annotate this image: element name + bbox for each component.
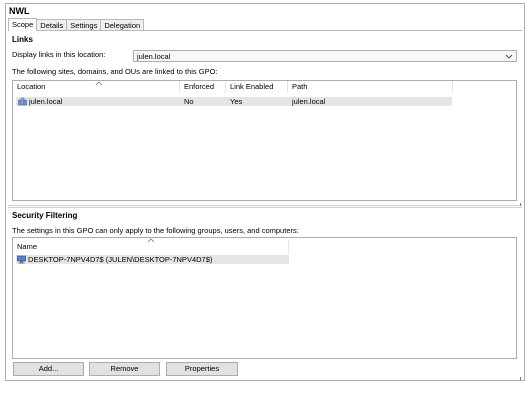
gpo-title: NWL <box>9 6 30 16</box>
domain-icon <box>18 97 27 106</box>
row-name: DESKTOP-7NPV4D7$ (JULEN\DESKTOP-7NPV4D7$… <box>28 255 213 264</box>
column-header-link-enabled[interactable]: Link Enabled <box>226 81 288 93</box>
row-path: julen.local <box>292 97 326 106</box>
properties-button[interactable]: Properties <box>166 362 238 376</box>
tab-scope[interactable]: Scope <box>8 18 38 31</box>
security-filtering-list[interactable]: Name DESKTOP-7NPV4D7$ (JULEN\DESKTOP-7NP… <box>12 237 517 359</box>
table-row[interactable]: DESKTOP-7NPV4D7$ (JULEN\DESKTOP-7NPV4D7$… <box>16 255 289 264</box>
add-button[interactable]: Add... <box>13 362 84 376</box>
location-dropdown-value: julen.local <box>137 52 171 61</box>
security-list-header: Name <box>13 238 516 253</box>
location-dropdown[interactable]: julen.local <box>133 50 517 62</box>
linked-gpo-text: The following sites, domains, and OUs ar… <box>12 67 218 76</box>
links-list[interactable]: Location Enforced Link Enabled Path jule… <box>12 80 517 201</box>
scroll-marker <box>520 377 521 380</box>
scroll-marker <box>520 203 521 206</box>
sort-ascending-icon <box>147 238 155 243</box>
row-location: julen.local <box>29 97 63 106</box>
row-link-enabled: Yes <box>230 97 243 106</box>
links-list-header: Location Enforced Link Enabled Path <box>13 81 516 93</box>
pane-splitter[interactable] <box>8 205 522 208</box>
chevron-down-icon <box>505 54 513 59</box>
links-section-title: Links <box>12 35 33 44</box>
remove-button[interactable]: Remove <box>89 362 160 376</box>
column-header-enforced[interactable]: Enforced <box>180 81 226 93</box>
security-filtering-title: Security Filtering <box>12 211 78 220</box>
display-links-label: Display links in this location: <box>12 50 106 59</box>
table-row[interactable]: julen.local No Yes julen.local <box>16 97 452 106</box>
row-enforced: No <box>184 97 194 106</box>
security-filtering-description: The settings in this GPO can only apply … <box>12 226 299 235</box>
sort-ascending-icon <box>95 81 103 86</box>
computer-icon <box>17 255 26 264</box>
column-header-path[interactable]: Path <box>288 81 453 93</box>
